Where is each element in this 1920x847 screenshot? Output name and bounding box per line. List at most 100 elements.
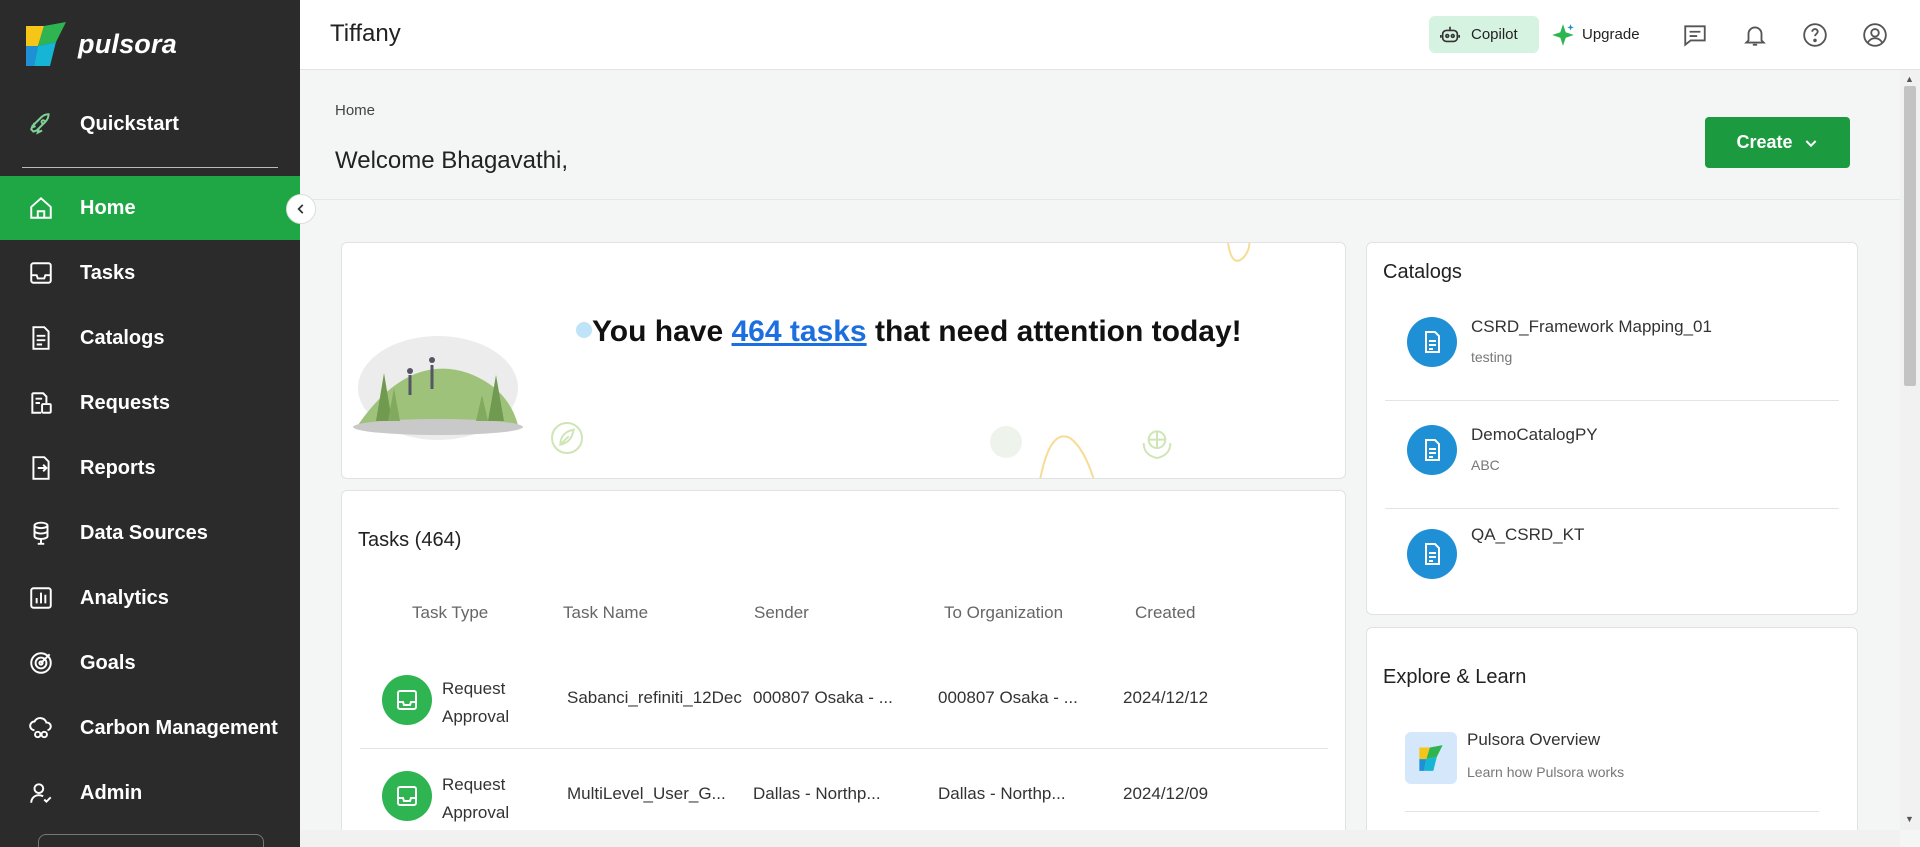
brand-name: pulsora	[78, 28, 177, 59]
column-header-task-type[interactable]: Task Type	[412, 603, 488, 623]
sidebar: pulsora Quickstart Home Tasks Catalogs R…	[0, 0, 300, 847]
sidebar-item-carbon-management[interactable]: Carbon Management	[0, 696, 300, 760]
explore-item-description: Learn how Pulsora works	[1467, 764, 1625, 780]
catalogs-card: Catalogs CSRD_Framework Mapping_01 testi…	[1366, 242, 1858, 615]
column-header-task-name[interactable]: Task Name	[563, 603, 648, 623]
bell-icon[interactable]	[1740, 20, 1770, 50]
decorative-squiggle	[1227, 243, 1251, 262]
rocket-icon	[26, 109, 56, 139]
catalogs-title: Catalogs	[1383, 261, 1462, 283]
messages-icon[interactable]	[1680, 20, 1710, 50]
scroll-down-icon[interactable]: ▼	[1905, 814, 1914, 824]
target-icon	[26, 648, 56, 678]
tasks-attention-banner: You have 464 tasks that need attention t…	[341, 242, 1346, 479]
pulsora-logo-icon	[26, 22, 66, 66]
sidebar-item-home[interactable]: Home	[0, 176, 300, 240]
help-icon[interactable]	[1800, 20, 1830, 50]
catalog-description: testing	[1471, 349, 1513, 365]
task-name: Sabanci_refiniti_12Dec	[567, 688, 742, 707]
sidebar-item-tasks[interactable]: Tasks	[0, 241, 300, 305]
inbox-icon	[382, 771, 432, 821]
task-type: Request Approval	[442, 675, 532, 731]
database-icon	[26, 518, 56, 548]
decorative-circle	[990, 426, 1022, 458]
task-sender: Dallas - Northp...	[753, 784, 881, 803]
copilot-label: Copilot	[1471, 26, 1518, 43]
catalog-name: DemoCatalogPY	[1471, 425, 1598, 444]
table-row[interactable]: Request Approval Sabanci_refiniti_12Dec …	[360, 653, 1328, 749]
document-icon	[1407, 425, 1457, 475]
column-header-created[interactable]: Created	[1135, 603, 1195, 623]
task-created-date: 2024/12/09	[1123, 784, 1209, 803]
top-header: Tiffany Copilot Upgrade	[300, 0, 1920, 70]
sidebar-item-label: Reports	[80, 456, 156, 479]
collapse-sidebar-button[interactable]	[286, 194, 316, 224]
catalog-name: QA_CSRD_KT	[1471, 525, 1585, 544]
scrollbar-thumb[interactable]	[1904, 86, 1916, 386]
column-header-sender[interactable]: Sender	[754, 603, 809, 623]
hill-illustration	[353, 336, 523, 440]
inbox-icon	[26, 258, 56, 288]
page-title: Welcome Bhagavathi,	[335, 147, 569, 174]
sidebar-divider	[22, 167, 278, 168]
create-label: Create	[1736, 132, 1793, 152]
sidebar-item-analytics[interactable]: Analytics	[0, 566, 300, 630]
explore-learn-card: Explore & Learn Pulsora Overview Learn h…	[1366, 627, 1858, 847]
tasks-card: Tasks (464) Task Type Task Name Sender T…	[341, 490, 1346, 847]
sidebar-item-admin[interactable]: Admin	[0, 761, 300, 825]
task-created-date: 2024/12/12	[1123, 688, 1209, 707]
sidebar-item-quickstart[interactable]: Quickstart	[0, 92, 300, 156]
chevron-left-icon	[297, 204, 304, 214]
sidebar-item-requests[interactable]: Requests	[0, 371, 300, 435]
organization-name: Tiffany	[330, 20, 401, 47]
banner-suffix: that need attention today!	[874, 315, 1242, 348]
sidebar-item-data-sources[interactable]: Data Sources	[0, 501, 300, 565]
task-type: Request Approval	[442, 771, 532, 827]
sidebar-bottom-control[interactable]	[38, 834, 264, 847]
vertical-scrollbar[interactable]: ▲ ▼	[1900, 70, 1920, 830]
home-icon	[26, 193, 56, 223]
document-icon	[26, 323, 56, 353]
task-organization: Dallas - Northp...	[938, 784, 1066, 803]
document-icon	[1407, 529, 1457, 579]
horizontal-scrollbar[interactable]	[300, 830, 1900, 847]
sidebar-item-label: Tasks	[80, 261, 136, 284]
task-type-line: Request	[442, 679, 506, 698]
decorative-dot	[576, 322, 592, 338]
upgrade-button[interactable]: Upgrade	[1550, 16, 1640, 53]
catalog-item[interactable]: QA_CSRD_KT	[1385, 505, 1839, 613]
leaf-icon	[551, 422, 583, 454]
document-icon	[1407, 317, 1457, 367]
sidebar-item-catalogs[interactable]: Catalogs	[0, 306, 300, 370]
task-type-line: Approval	[442, 803, 510, 822]
task-sender: 000807 Osaka - ...	[753, 688, 893, 707]
brand-logo[interactable]: pulsora	[22, 20, 177, 68]
catalog-name: CSRD_Framework Mapping_01	[1471, 317, 1712, 336]
sidebar-item-label: Requests	[80, 391, 171, 414]
task-type-line: Approval	[442, 707, 510, 726]
sidebar-item-label: Quickstart	[80, 112, 179, 135]
column-header-to-organization[interactable]: To Organization	[944, 603, 1063, 623]
pulsora-overview-thumbnail	[1405, 732, 1457, 784]
user-profile-icon[interactable]	[1860, 20, 1890, 50]
catalog-item[interactable]: DemoCatalogPY ABC	[1385, 401, 1839, 509]
sidebar-item-goals[interactable]: Goals	[0, 631, 300, 695]
copilot-button[interactable]: Copilot	[1429, 16, 1539, 53]
explore-item-title: Pulsora Overview	[1467, 730, 1601, 749]
sidebar-item-reports[interactable]: Reports	[0, 436, 300, 500]
sidebar-item-label: Catalogs	[80, 326, 165, 349]
breadcrumb[interactable]: Home	[335, 102, 375, 119]
tasks-count-link[interactable]: 464 tasks	[732, 315, 867, 348]
create-button[interactable]: Create	[1705, 117, 1850, 168]
globe-hands-icon	[1142, 430, 1172, 460]
explore-item[interactable]: Pulsora Overview Learn how Pulsora works	[1405, 728, 1819, 812]
catalog-item[interactable]: CSRD_Framework Mapping_01 testing	[1385, 293, 1839, 401]
explore-title: Explore & Learn	[1383, 666, 1527, 688]
upgrade-label: Upgrade	[1582, 26, 1640, 43]
requests-icon	[26, 388, 56, 418]
sparkle-icon	[1552, 23, 1574, 46]
tasks-title: Tasks (464)	[358, 529, 462, 551]
sidebar-item-label: Analytics	[80, 586, 169, 609]
sidebar-item-label: Carbon Management	[80, 716, 278, 739]
scroll-up-icon[interactable]: ▲	[1905, 74, 1914, 84]
